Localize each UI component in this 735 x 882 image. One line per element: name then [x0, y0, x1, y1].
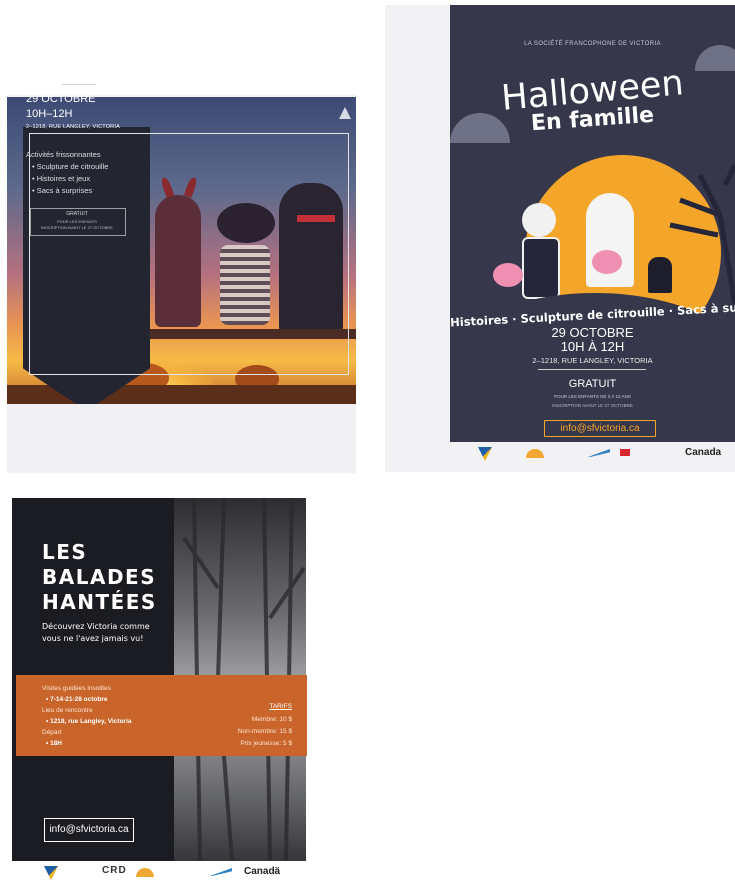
flyer1-box-line3: INSCRIPTION AVANT LE 27 OCTOBRE: [41, 225, 113, 230]
flyer1-photo: [7, 97, 356, 404]
bc-wave-icon: [210, 868, 232, 876]
pumpkin-bucket-left: [493, 263, 523, 287]
flyer3-title-line2: BALADES: [42, 565, 157, 589]
place-label: Lieu de rencontre: [42, 707, 93, 714]
visits-value: • 7-14-21-28 octobre: [46, 696, 108, 703]
pumpkin-bucket-right: [592, 250, 622, 274]
child-witch-hat-silhouette: [217, 203, 275, 243]
flyer1-activity-text: Sacs à surprises: [36, 186, 93, 195]
flyer2-inscription: INSCRIPTION AVANT LE 27 OCTOBRE: [552, 403, 633, 408]
visits-label: Visites guidées insolites: [42, 685, 111, 692]
bc-wave-icon: [588, 449, 610, 457]
flyer1-time: 10H–12H: [26, 108, 73, 120]
child-devil-silhouette: [155, 195, 201, 327]
skeleton-head: [522, 203, 556, 237]
flyer2-org: LA SOCIÉTÉ FRANCOPHONE DE VICTORIA: [524, 41, 661, 47]
depart-label: Départ: [42, 729, 62, 736]
skeleton-body: [522, 237, 560, 299]
flyer3-title-line3: HANTÉES: [42, 590, 157, 614]
flyer1-divider: [62, 84, 96, 85]
tarif-nonmembre: Non-membre: 15 $: [237, 728, 292, 735]
black-cat: [648, 257, 672, 293]
place-value: • 1218, rue Langley, Victoria: [46, 718, 132, 725]
tarifs-title: TARIFS: [269, 703, 292, 710]
flyer1-title: HALLOWEEN EN FAMILLE: [26, 42, 144, 80]
child-right-silhouette: [279, 183, 343, 333]
child-striped-shirt: [220, 245, 270, 325]
flyer2-sponsor-logos: Canada: [478, 443, 728, 465]
devil-horn-right: [183, 176, 199, 198]
flyer3-desc-line1: Découvrez Victoria comme: [42, 622, 150, 631]
devil-horn-left: [159, 176, 175, 198]
flyer1-box-line1: GRATUIT: [66, 211, 88, 217]
flyer3-email: info@sfvictoria.ca: [44, 818, 134, 842]
flyer1-activities-title: Activités fr​issonnantes: [26, 150, 101, 159]
flyer1-address: 2–1218, RUE LANGLEY, VICTORIA: [26, 124, 120, 130]
canada-flag-icon: [620, 449, 630, 456]
flyer1-box-line2: POUR LES ENFANTS: [57, 219, 97, 224]
flyer2-address: 2–1218, RUE LANGLEY, VICTORIA: [532, 356, 653, 365]
sfv-logo-icon: [44, 866, 58, 880]
flyer2-gratuit: GRATUIT: [568, 378, 617, 390]
canada-wordmark: Canada: [685, 447, 722, 458]
flyer1-activity: • Histoires et jeux: [32, 174, 91, 183]
flyer2: LA SOCIÉTÉ FRANCOPHONE DE VICTORIA Hallo…: [450, 5, 735, 442]
flyer1-activity-text: Sculpture de citrouille: [36, 162, 109, 171]
flyer1-activity: • Sculpture de citrouille: [32, 162, 109, 171]
flyer3-desc-line2: vous ne l'avez jamais vu!: [42, 634, 144, 643]
flyer2-divider: [538, 369, 646, 370]
flyer1-title-line2: EN FAMILLE: [26, 62, 129, 79]
flyer3-sponsor-logos: CRD Canadä: [44, 864, 284, 882]
canada-wordmark: Canadä: [244, 866, 281, 877]
flyer2-time: 10H À 12H: [560, 339, 625, 354]
flyer2-date: 29 OCTOBRE: [551, 325, 634, 340]
flyer3-title-line1: LES: [42, 540, 88, 564]
flyer1-title-line1: HALLOWEEN: [26, 43, 136, 60]
hat-band: [297, 215, 335, 222]
bc-sun-icon: [526, 449, 544, 458]
corner-logo: [339, 107, 351, 119]
tarif-jeunesse: Prix jeunesse: 5 $: [240, 740, 292, 747]
crd-logo: CRD: [102, 865, 127, 876]
flyer1-activity: • Sacs à surprises: [32, 186, 93, 195]
flyer1-activity-text: Histoires et jeux: [36, 174, 91, 183]
flyer2-email: info@sfvictoria.ca: [544, 420, 656, 437]
flyer1-date: 29 OCTOBRE: [26, 93, 96, 105]
tarif-membre: Membre: 10 $: [251, 716, 292, 723]
flyer2-ages: POUR LES ENFANTS DE 3 À 12 ANS: [554, 394, 631, 399]
sfv-logo-icon: [478, 447, 492, 461]
bench: [127, 329, 356, 339]
depart-value: • 18H: [46, 740, 63, 747]
bc-sun-icon: [136, 868, 154, 877]
